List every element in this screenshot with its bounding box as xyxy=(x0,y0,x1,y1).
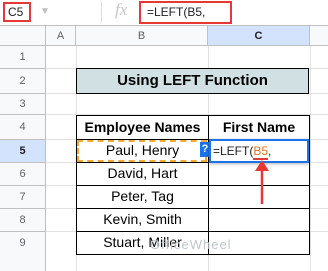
select-all-corner[interactable] xyxy=(0,26,46,46)
employee-name-cell[interactable]: Kevin, Smith xyxy=(76,209,209,232)
column-header-b[interactable]: B xyxy=(76,26,208,46)
table-title[interactable]: Using LEFT Function xyxy=(76,68,309,94)
row-header-8[interactable]: 8 xyxy=(0,209,46,232)
first-name-cell[interactable] xyxy=(208,209,310,232)
watermark-logo: OfficeWheel xyxy=(150,237,232,252)
gridline xyxy=(310,46,311,271)
name-box-dropdown-icon[interactable]: ▼ xyxy=(40,6,50,17)
row-header-2[interactable]: 2 xyxy=(0,69,46,94)
row-header-9[interactable]: 9 xyxy=(0,232,46,271)
referenced-cell-highlight xyxy=(77,140,207,162)
column-header-a[interactable]: A xyxy=(46,26,76,46)
formula-input[interactable]: =LEFT(B5, xyxy=(139,1,232,24)
fx-icon: fx xyxy=(115,0,128,19)
header-employee-names[interactable]: Employee Names xyxy=(76,115,209,140)
employee-name-cell[interactable]: David, Hart xyxy=(76,163,209,186)
row-header-7[interactable]: 7 xyxy=(0,186,46,209)
name-box[interactable]: C5 xyxy=(3,2,31,22)
header-first-name[interactable]: First Name xyxy=(208,115,310,140)
column-header-c[interactable]: C xyxy=(208,26,310,46)
editor-function-text: =LEFT( xyxy=(213,144,254,158)
column-header-d[interactable] xyxy=(310,26,328,46)
row-header-3[interactable]: 3 xyxy=(0,94,46,115)
row-header-6[interactable]: 6 xyxy=(0,163,46,186)
row-header-1[interactable]: 1 xyxy=(0,46,46,69)
editor-cell-reference: B5 xyxy=(253,144,269,160)
employee-name-cell[interactable]: Peter, Tag xyxy=(76,186,209,209)
arrow-up-icon xyxy=(255,160,269,204)
row-header-5[interactable]: 5 xyxy=(0,140,46,163)
formula-bar-divider xyxy=(101,2,102,22)
editor-trailing-text: , xyxy=(268,144,272,158)
row-header-4[interactable]: 4 xyxy=(0,115,46,140)
